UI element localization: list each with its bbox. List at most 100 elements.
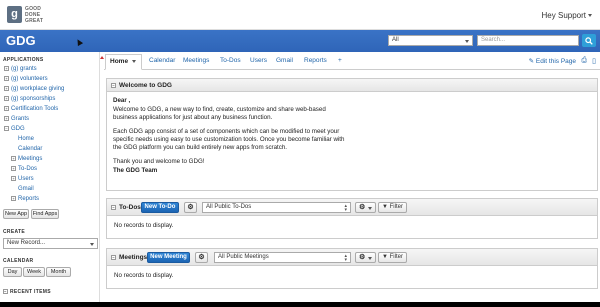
meetings-filter-button[interactable]: ▼ Filter [378, 252, 407, 263]
collapse-icon[interactable]: − [3, 289, 8, 295]
sidebar-item-grants[interactable]: + Grants [4, 116, 29, 122]
tab-gmail[interactable]: Gmail [276, 57, 293, 64]
find-apps-button[interactable]: Find Apps [31, 209, 59, 219]
sidebar-item-label: Users [18, 176, 34, 183]
new-todo-button[interactable]: New To-Do [141, 202, 179, 213]
expand-icon[interactable]: + [4, 106, 9, 111]
sidebar-item-g-sponsorships[interactable]: + (g) sponsorships [4, 96, 55, 102]
meetings-filter-label: Filter [389, 254, 403, 260]
expand-icon[interactable]: + [11, 156, 16, 161]
sidebar-item-label: Grants [11, 116, 30, 123]
sidebar-subitem-meetings[interactable]: + Meetings [11, 156, 42, 162]
tab-add[interactable]: + [338, 57, 342, 64]
expand-icon[interactable]: + [4, 116, 9, 121]
todos-label-wrap: − To-Dos [111, 204, 141, 211]
welcome-paragraph-3: Thank you and welcome to GDG! [113, 158, 205, 165]
meetings-gear-dropdown[interactable]: ⚙ [355, 252, 376, 263]
welcome-greeting: Dear , [113, 97, 131, 104]
meetings-settings-button[interactable]: ⚙ [195, 252, 208, 263]
user-menu[interactable]: Hey Support [542, 11, 592, 20]
sidebar-subitem-gmail[interactable]: Gmail [18, 186, 34, 192]
day-button[interactable]: Day [3, 267, 22, 277]
search-scope-select[interactable]: All [388, 35, 473, 46]
sidebar-item-label: To-Dos [18, 166, 38, 173]
sidebar-item-g-volunteers[interactable]: + (g) volunteers [4, 76, 48, 82]
week-button[interactable]: Week [23, 267, 45, 277]
user-menu-label: Hey Support [541, 11, 586, 20]
sidebar-item-gdg[interactable]: − GDG [4, 126, 25, 132]
search-input[interactable]: Search... [477, 35, 579, 46]
search-button[interactable] [582, 34, 596, 47]
sidebar-subitem-home[interactable]: Home [18, 136, 34, 142]
welcome-paragraph-1: Welcome to GDG, a new way to find, creat… [113, 106, 326, 121]
meetings-label-wrap: − Meetings [111, 254, 147, 261]
tab-users[interactable]: Users [250, 57, 267, 64]
month-button[interactable]: Month [46, 267, 71, 277]
tab-reports[interactable]: Reports [304, 57, 327, 64]
sidebar-item-label: Certification Tools [11, 106, 59, 113]
gdg-logo-icon[interactable]: g [7, 6, 22, 23]
new-meeting-button[interactable]: New Meeting [147, 252, 190, 263]
pdf-icon[interactable]: ▯ [592, 57, 596, 65]
tab-bar: Home Calendar Meetings To-Dos Users Gmai… [104, 52, 600, 70]
todos-view-value: All Public To-Dos [206, 204, 252, 210]
sidebar-item-label: Calendar [18, 146, 43, 152]
expand-icon[interactable]: + [4, 66, 9, 71]
todos-label: To-Dos [119, 204, 141, 211]
todos-settings-button[interactable]: ⚙ [184, 202, 197, 213]
expand-icon[interactable]: + [11, 196, 16, 201]
welcome-signoff: The GDG Team [113, 167, 158, 174]
sidebar-item-label: (g) sponsorships [11, 96, 56, 103]
sidebar-item-certification-tools[interactable]: + Certification Tools [4, 106, 58, 112]
sidebar-item-label: Meetings [18, 156, 43, 163]
tab-home[interactable]: Home [105, 54, 142, 70]
app-title: GDG [6, 33, 36, 48]
new-record-select[interactable]: New Record... [3, 238, 98, 249]
todos-panel-header: − To-Dos New To-Do ⚙ All Public To-Dos ▴ ▾ … [107, 199, 597, 216]
expand-icon[interactable]: + [11, 176, 16, 181]
sidebar-item-g-workplace-giving[interactable]: + (g) workplace giving [4, 86, 64, 92]
welcome-title: Welcome to GDG [119, 82, 172, 89]
welcome-panel-header: − Welcome to GDG [107, 79, 597, 92]
caret-down-icon[interactable] [131, 59, 136, 63]
collapse-icon[interactable]: − [111, 254, 116, 260]
edit-page-link[interactable]: ✎ Edit this Page [529, 57, 576, 65]
sidebar-item-g-grants[interactable]: + (g) grants [4, 66, 37, 72]
sidebar-subitem-reports[interactable]: + Reports [11, 196, 39, 202]
logo-text[interactable]: GOOD DONE GREAT [25, 6, 55, 24]
print-icon[interactable]: ⎙ [581, 57, 587, 65]
edit-icon: ✎ [528, 58, 535, 65]
meetings-panel: − Meetings New Meeting ⚙ All Public Meeti… [106, 248, 598, 289]
sidebar-subitem-calendar[interactable]: Calendar [18, 146, 42, 152]
edit-page-label: Edit this Page [535, 58, 576, 65]
applications-heading: APPLICATIONS [3, 57, 44, 63]
meetings-view-select[interactable]: All Public Meetings ▴ ▾ [214, 252, 351, 263]
caret-down-icon [368, 207, 372, 210]
sidebar-item-label: Gmail [18, 186, 34, 192]
collapse-icon[interactable]: − [4, 126, 9, 131]
updown-arrows-icon: ▴ ▾ [344, 253, 347, 263]
filter-icon: ▼ [382, 204, 388, 210]
caret-down-icon [588, 14, 592, 18]
todos-view-select[interactable]: All Public To-Dos ▴ ▾ [202, 202, 351, 213]
sidebar-item-label: Home [18, 136, 35, 142]
todos-filter-button[interactable]: ▼ Filter [378, 202, 407, 213]
todos-gear-dropdown[interactable]: ⚙ [355, 202, 376, 213]
expand-icon[interactable]: + [4, 76, 9, 81]
recent-items-label: RECENT ITEMS [10, 289, 51, 295]
sidebar-subitem-users[interactable]: + Users [11, 176, 34, 182]
tab-calendar[interactable]: Calendar [149, 57, 175, 64]
tab-meetings[interactable]: Meetings [183, 57, 209, 64]
sidebar-subitem-todos[interactable]: + To-Dos [11, 166, 37, 172]
expand-icon[interactable]: + [11, 166, 16, 171]
collapse-icon[interactable]: − [111, 204, 116, 210]
new-app-button[interactable]: New App [3, 209, 29, 219]
expand-icon[interactable]: + [4, 96, 9, 101]
caret-down-icon [368, 257, 372, 260]
expand-icon[interactable]: + [4, 86, 9, 91]
tab-home-label: Home [110, 58, 129, 65]
collapse-icon[interactable]: − [111, 82, 116, 88]
meetings-label: Meetings [119, 254, 148, 261]
gear-icon: ⚙ [359, 204, 366, 211]
tab-todos[interactable]: To-Dos [220, 57, 241, 64]
